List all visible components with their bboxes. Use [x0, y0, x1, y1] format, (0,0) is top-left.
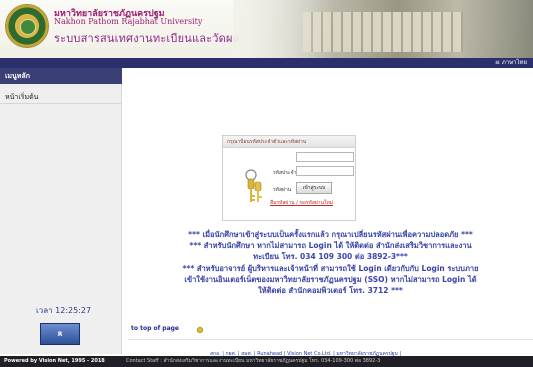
user-id-input[interactable]: [296, 152, 354, 162]
site-header: มหาวิทยาลัยราชภัฏนครปฐม Nakhon Pathom Ra…: [0, 0, 533, 60]
login-button[interactable]: เข้าสู่ระบบ: [296, 182, 332, 194]
login-panel-header: กรุณาป้อนรหัสประจำตัวและรหัสผ่าน: [223, 136, 355, 148]
sidebar: เมนูหลัก หน้าเริ่มต้น เวลา 12:25:27 R: [0, 68, 122, 354]
notice-line-6: ให้ติดต่อ สำนักคอมพิวเตอร์ โทร. 3712 ***: [258, 286, 403, 295]
powered-by-text: Powered by Vision Net, 1995 - 2018: [4, 358, 105, 364]
content-divider: [128, 339, 533, 340]
clock-display: เวลา 12:25:27: [36, 306, 92, 315]
system-name: ระบบสารสนเทศงานทะเบียนและวัดผล: [54, 32, 240, 45]
university-name-en: Nakhon Pathom Rajabhat University: [54, 17, 203, 26]
forgot-password-link[interactable]: ลืมรหัสผ่าน / ขอรหัสผ่านใหม่: [270, 199, 333, 207]
sidebar-menu-title: เมนูหลัก: [0, 68, 122, 84]
partner-badge[interactable]: R: [40, 323, 80, 345]
password-input[interactable]: [296, 166, 354, 176]
to-top-dot-icon: [197, 327, 203, 333]
keys-icon: [245, 169, 262, 202]
site-footer: Powered by Vision Net, 1995 - 2018 Conta…: [0, 356, 533, 367]
header-building-image: [233, 0, 533, 60]
university-logo: [5, 4, 49, 48]
password-label: รหัสผ่าน: [273, 187, 292, 193]
notice-line-3: ทะเบียน โทร. 034 109 300 ต่อ 3892-3***: [253, 252, 408, 261]
page-root: มหาวิทยาลัยราชภัฏนครปฐม Nakhon Pathom Ra…: [0, 0, 533, 367]
to-top-link[interactable]: to top of page: [131, 325, 179, 332]
top-nav-bar: [0, 58, 533, 68]
language-link[interactable]: ≡ ภาษาไทย: [495, 58, 527, 68]
login-panel: กรุณาป้อนรหัสประจำตัวและรหัสผ่าน รหัสประ…: [222, 135, 356, 221]
contact-staff-text: Contact Staff : สำนักส่งเสริมวิชาการและง…: [126, 358, 381, 364]
sidebar-item-home[interactable]: หน้าเริ่มต้น: [0, 90, 122, 104]
